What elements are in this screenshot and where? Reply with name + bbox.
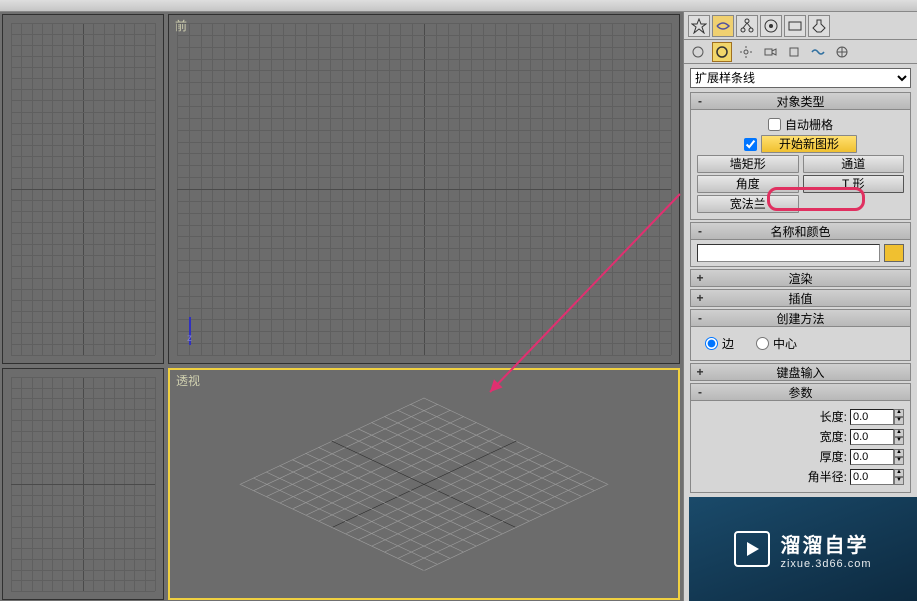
- create-subtabs: [684, 40, 917, 64]
- render-rollout: + 渲染: [690, 269, 911, 287]
- interp-rollout: + 插值: [690, 289, 911, 307]
- thickness-input[interactable]: [850, 449, 894, 465]
- corner-radius-input[interactable]: [850, 469, 894, 485]
- expand-icon: +: [693, 290, 707, 306]
- thickness-spinner[interactable]: ▲▼: [894, 449, 904, 465]
- corner-radius-spinner[interactable]: ▲▼: [894, 469, 904, 485]
- keyboard-title: 键盘输入: [776, 364, 824, 381]
- object-type-header[interactable]: - 对象类型: [690, 92, 911, 110]
- render-header[interactable]: + 渲染: [690, 269, 911, 287]
- width-spinner[interactable]: ▲▼: [894, 429, 904, 445]
- start-new-shape-button[interactable]: 开始新图形: [761, 135, 857, 153]
- name-color-title: 名称和颜色: [770, 223, 830, 240]
- play-icon: [734, 531, 770, 567]
- modify-tab-icon[interactable]: [712, 15, 734, 37]
- viewport-front[interactable]: 前 z x: [168, 14, 680, 364]
- motion-tab-icon[interactable]: [760, 15, 782, 37]
- width-input[interactable]: [850, 429, 894, 445]
- name-color-rollout: - 名称和颜色: [690, 222, 911, 267]
- create-method-rollout: - 创建方法 边 中心: [690, 309, 911, 361]
- hierarchy-tab-icon[interactable]: [736, 15, 758, 37]
- top-toolbar: [0, 0, 917, 12]
- display-tab-icon[interactable]: [784, 15, 806, 37]
- tee-button[interactable]: T 形: [803, 175, 905, 193]
- object-type-title: 对象类型: [776, 93, 824, 110]
- corner-radius-label: 角半径:: [803, 468, 847, 485]
- expand-icon: +: [693, 270, 707, 286]
- object-color-swatch[interactable]: [884, 244, 904, 262]
- wall-rect-button[interactable]: 墙矩形: [697, 155, 799, 173]
- auto-grid-checkbox[interactable]: [768, 118, 781, 131]
- channel-button[interactable]: 通道: [803, 155, 905, 173]
- keyboard-header[interactable]: + 键盘输入: [690, 363, 911, 381]
- width-label: 宽度:: [803, 428, 847, 445]
- center-label: 中心: [773, 335, 797, 352]
- thickness-label: 厚度:: [803, 448, 847, 465]
- lights-icon[interactable]: [736, 42, 756, 62]
- interp-title: 插值: [788, 290, 812, 307]
- create-method-title: 创建方法: [776, 310, 824, 327]
- helpers-icon[interactable]: [784, 42, 804, 62]
- create-tab-icon[interactable]: [688, 15, 710, 37]
- collapse-icon: -: [693, 223, 707, 239]
- object-name-field[interactable]: [697, 244, 880, 262]
- expand-icon: +: [693, 364, 707, 380]
- collapse-icon: -: [693, 93, 707, 109]
- category-dropdown[interactable]: 扩展样条线: [690, 68, 911, 88]
- interp-header[interactable]: + 插值: [690, 289, 911, 307]
- wide-flange-button[interactable]: 宽法兰: [697, 195, 799, 213]
- create-method-header[interactable]: - 创建方法: [690, 309, 911, 327]
- watermark-url: zixue.3d66.com: [780, 558, 871, 570]
- params-header[interactable]: - 参数: [690, 383, 911, 401]
- watermark: 溜溜自学 zixue.3d66.com: [689, 497, 917, 601]
- start-new-shape-checkbox[interactable]: [744, 138, 757, 151]
- collapse-icon: -: [693, 384, 707, 400]
- params-title: 参数: [788, 384, 812, 401]
- center-radio[interactable]: 中心: [756, 335, 797, 352]
- viewport-perspective[interactable]: 透视: [168, 368, 680, 600]
- viewport-bottom-left[interactable]: [2, 368, 164, 600]
- name-color-header[interactable]: - 名称和颜色: [690, 222, 911, 240]
- keyboard-rollout: + 键盘输入: [690, 363, 911, 381]
- length-input[interactable]: [850, 409, 894, 425]
- viewport-label-perspective: 透视: [176, 372, 200, 389]
- shapes-icon[interactable]: [712, 42, 732, 62]
- object-type-rollout: - 对象类型 自动栅格 开始新图形 墙矩形 通道 角度 T 形 宽法兰: [690, 92, 911, 220]
- viewport-top-left[interactable]: [2, 14, 164, 364]
- spacewarps-icon[interactable]: [808, 42, 828, 62]
- watermark-title: 溜溜自学: [780, 529, 871, 558]
- length-spinner[interactable]: ▲▼: [894, 409, 904, 425]
- angle-button[interactable]: 角度: [697, 175, 799, 193]
- collapse-icon: -: [693, 310, 707, 326]
- cameras-icon[interactable]: [760, 42, 780, 62]
- utilities-tab-icon[interactable]: [808, 15, 830, 37]
- command-panel-tabs: [684, 12, 917, 40]
- render-title: 渲染: [788, 270, 812, 287]
- length-label: 长度:: [803, 408, 847, 425]
- params-rollout: - 参数 长度: ▲▼ 宽度: ▲▼ 厚度: ▲▼ 角半径: ▲▼: [690, 383, 911, 493]
- edge-radio[interactable]: 边: [705, 335, 734, 352]
- edge-label: 边: [722, 335, 734, 352]
- auto-grid-label: 自动栅格: [785, 116, 833, 133]
- systems-icon[interactable]: [832, 42, 852, 62]
- geometry-icon[interactable]: [688, 42, 708, 62]
- viewports-container: 前 z x 透视: [0, 12, 683, 601]
